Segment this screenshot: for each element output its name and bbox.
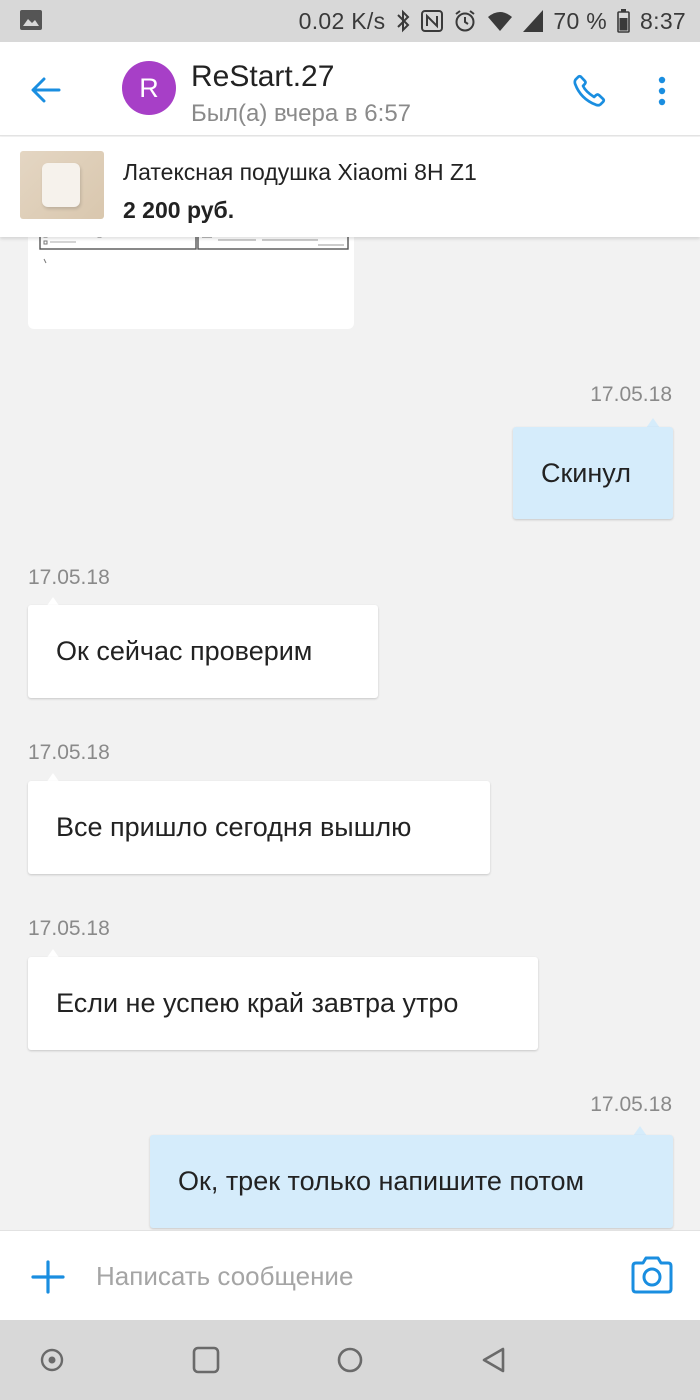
nfc-icon: [421, 10, 444, 32]
back-nav-button[interactable]: [478, 1344, 510, 1376]
back-button[interactable]: [26, 70, 66, 110]
call-button[interactable]: [566, 68, 612, 114]
clock: 8:37: [640, 7, 686, 34]
product-header[interactable]: Латексная подушка Xiaomi 8H Z1 2 200 руб…: [0, 137, 700, 237]
contact-last-seen: Был(а) вчера в 6:57: [191, 100, 412, 127]
message-bubble-outgoing[interactable]: Скинул: [513, 427, 673, 519]
message-text: Если не успею край завтра утро: [56, 988, 459, 1018]
recents-button[interactable]: [190, 1344, 222, 1376]
message-timestamp: 17.05.18: [28, 917, 110, 940]
compose-bar: [0, 1230, 700, 1320]
message-bubble-outgoing[interactable]: Ок, трек только напишите потом: [150, 1135, 673, 1228]
system-nav-bar: [0, 1320, 700, 1400]
battery-icon: [617, 9, 630, 33]
message-bubble-incoming[interactable]: Если не успею край завтра утро: [28, 957, 538, 1050]
camera-icon: [631, 1256, 673, 1294]
alarm-icon: [455, 10, 476, 32]
avatar[interactable]: R: [122, 61, 176, 115]
assistant-button[interactable]: [36, 1344, 68, 1376]
message-bubble-incoming[interactable]: Все пришло сегодня вышлю: [28, 781, 490, 874]
home-icon: [337, 1347, 363, 1373]
camera-button[interactable]: [630, 1255, 674, 1297]
message-bubble-incoming[interactable]: Ок сейчас проверим: [28, 605, 378, 698]
message-timestamp: 17.05.18: [28, 566, 110, 589]
message-timestamp: 17.05.18: [28, 741, 110, 764]
product-thumbnail: [20, 151, 104, 219]
message-text: Все пришло сегодня вышлю: [56, 812, 412, 842]
message-text: Ок, трек только напишите потом: [178, 1166, 585, 1196]
arrow-left-icon: [31, 77, 61, 103]
message-text: Ок сейчас проверим: [56, 636, 313, 666]
more-options-button[interactable]: [640, 68, 684, 114]
phone-icon: [573, 74, 606, 107]
product-price: 2 200 руб.: [123, 197, 235, 223]
pillow-image: [42, 163, 80, 207]
message-text: Скинул: [541, 457, 631, 488]
plus-icon: [31, 1260, 65, 1294]
home-button[interactable]: [334, 1344, 366, 1376]
message-timestamp: 17.05.18: [590, 1093, 672, 1116]
signal-icon: [523, 10, 544, 32]
message-list[interactable]: 17.05.18 Скинул 17.05.18 Ок сейчас прове…: [0, 137, 700, 1230]
image-icon: [20, 10, 42, 30]
wifi-icon: [488, 12, 513, 31]
chat-header: R ReStart.27 Был(а) вчера в 6:57: [0, 42, 700, 136]
bluetooth-icon: [397, 9, 410, 33]
recents-icon: [192, 1346, 220, 1374]
message-timestamp: 17.05.18: [590, 383, 672, 406]
assistant-icon: [40, 1348, 64, 1372]
product-title: Латексная подушка Xiaomi 8H Z1: [123, 159, 477, 185]
net-speed: 0.02 K/s: [298, 7, 386, 34]
attach-button[interactable]: [28, 1257, 68, 1297]
battery-level: 70 %: [553, 7, 608, 34]
back-triangle-icon: [482, 1347, 505, 1373]
contact-name: ReStart.27: [191, 60, 335, 93]
status-bar: 0.02 K/s 70 % 8:37: [0, 0, 700, 42]
more-vert-icon: [658, 76, 666, 106]
message-input[interactable]: [96, 1251, 596, 1301]
